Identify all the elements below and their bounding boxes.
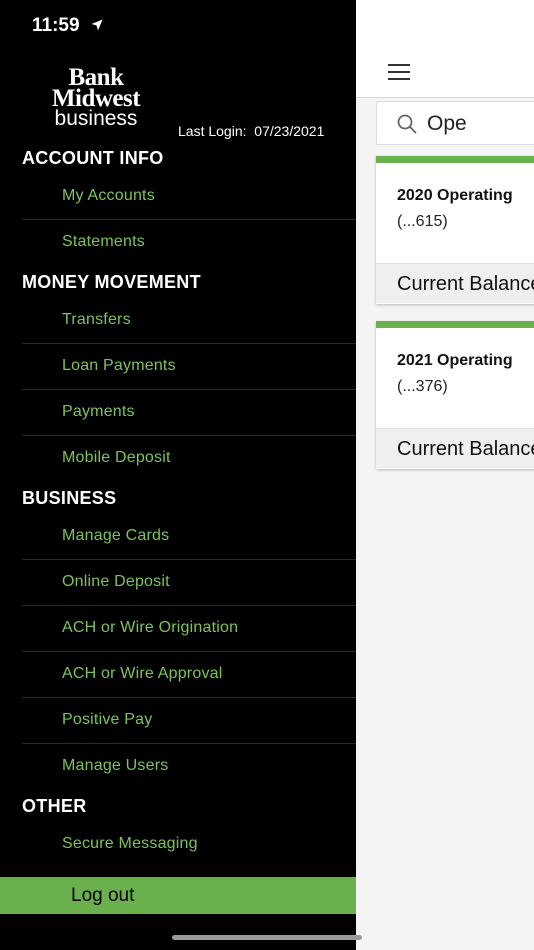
account-name: 2020 Operating — [397, 187, 513, 204]
menu-item-label: Loan Payments — [62, 357, 176, 374]
logout-button[interactable]: Log out — [0, 877, 356, 914]
section-title-other: OTHER — [22, 796, 87, 816]
menu-item-online-deposit[interactable]: Online Deposit — [22, 560, 356, 606]
menu-item-manage-cards[interactable]: Manage Cards — [22, 514, 356, 560]
menu-item-label: My Accounts — [62, 187, 155, 204]
account-card[interactable]: 2020 Operating (...615) Current Balance — [376, 156, 534, 304]
status-time: 11:59 — [32, 15, 80, 36]
section-title-account-info: ACCOUNT INFO — [22, 148, 164, 168]
main-content: Ope 2020 Operating (...615) Current Bala… — [356, 0, 534, 950]
search-value: Ope — [427, 112, 467, 135]
menu-item-label: Statements — [62, 233, 145, 250]
menu-item-label: ACH or Wire Origination — [62, 619, 239, 636]
logout-label: Log out — [71, 885, 135, 906]
section-title-business: BUSINESS — [22, 488, 117, 508]
menu-item-secure-messaging[interactable]: Secure Messaging — [22, 822, 356, 868]
search-input[interactable]: Ope — [376, 101, 534, 145]
menu-item-label: Mobile Deposit — [62, 449, 171, 466]
account-number: (...376) — [397, 378, 448, 395]
menu-item-label: ACH or Wire Approval — [62, 665, 223, 682]
menu-item-transfers[interactable]: Transfers — [22, 298, 356, 344]
search-icon — [397, 114, 417, 134]
nav-drawer: 11:59 Bank Midwest business Last Login: … — [0, 0, 356, 950]
last-login: Last Login: 07/23/2021 — [178, 123, 324, 139]
menu-item-label: Transfers — [62, 311, 131, 328]
menu-item-ach-wire-origination[interactable]: ACH or Wire Origination — [22, 606, 356, 652]
home-indicator[interactable] — [172, 935, 362, 940]
app-header — [356, 0, 534, 98]
balance-label: Current Balance — [397, 273, 534, 295]
menu-item-label: Positive Pay — [62, 711, 153, 728]
menu-icon[interactable] — [388, 64, 410, 81]
menu-item-mobile-deposit[interactable]: Mobile Deposit — [22, 436, 356, 482]
menu-item-label: Online Deposit — [62, 573, 170, 590]
section-title-money-movement: MONEY MOVEMENT — [22, 272, 201, 292]
account-name: 2021 Operating — [397, 352, 513, 369]
account-number: (...615) — [397, 213, 448, 230]
account-card[interactable]: 2021 Operating (...376) Current Balance — [376, 321, 534, 469]
menu-item-payments[interactable]: Payments — [22, 390, 356, 436]
menu-item-label: Payments — [62, 403, 135, 420]
menu-item-label: Manage Users — [62, 757, 169, 774]
account-balance-row: Current Balance — [376, 428, 534, 468]
menu-item-statements[interactable]: Statements — [22, 220, 356, 266]
last-login-label: Last Login: — [178, 123, 247, 139]
account-balance-row: Current Balance — [376, 263, 534, 303]
menu-item-ach-wire-approval[interactable]: ACH or Wire Approval — [22, 652, 356, 698]
location-arrow-icon — [91, 19, 103, 31]
menu-item-loan-payments[interactable]: Loan Payments — [22, 344, 356, 390]
bank-logo: Bank Midwest business — [36, 65, 156, 129]
logo-line2: Midwest — [51, 85, 141, 112]
menu-item-manage-users[interactable]: Manage Users — [22, 744, 356, 790]
menu-item-label: Manage Cards — [62, 527, 170, 544]
menu-item-label: Secure Messaging — [62, 835, 198, 852]
menu-item-my-accounts[interactable]: My Accounts — [22, 174, 356, 220]
balance-label: Current Balance — [397, 438, 534, 460]
last-login-date: 07/23/2021 — [254, 123, 325, 139]
menu-item-positive-pay[interactable]: Positive Pay — [22, 698, 356, 744]
